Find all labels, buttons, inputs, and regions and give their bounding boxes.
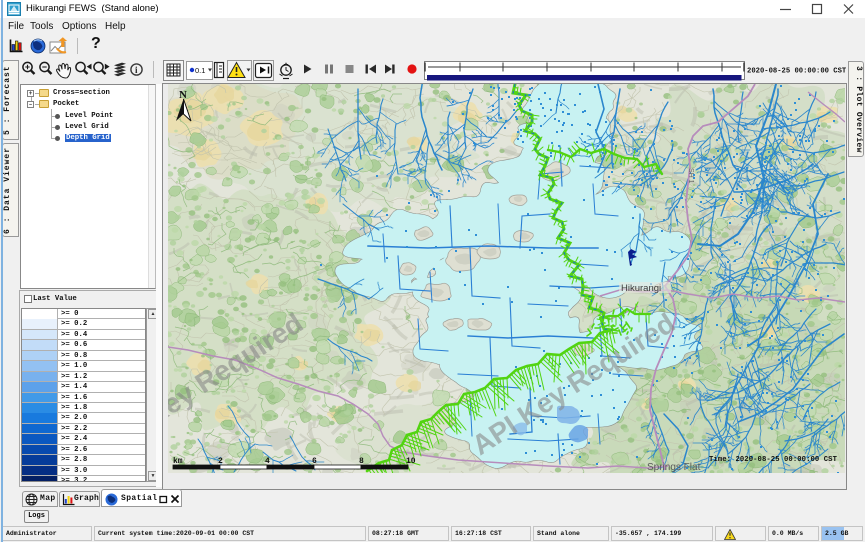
svg-text:Springs Flat: Springs Flat [647, 462, 701, 473]
svg-text:2020-08-25 00:00:00 CST: 2020-08-25 00:00:00 CST [747, 68, 847, 76]
svg-text:Hikurangi: Hikurangi [621, 283, 661, 294]
svg-text:0.1: 0.1 [195, 66, 205, 75]
svg-text:10: 10 [406, 457, 416, 466]
svg-text:2: 2 [218, 457, 223, 466]
svg-text:i: i [135, 65, 138, 75]
svg-text:8: 8 [359, 457, 364, 466]
svg-text:6: 6 [312, 457, 317, 466]
svg-text:4: 4 [265, 457, 270, 466]
svg-text:Time: 2020-08-25 00:00:00 CST: Time: 2020-08-25 00:00:00 CST [709, 456, 838, 464]
svg-text:km: km [173, 457, 183, 466]
svg-text:SH 1: SH 1 [687, 168, 694, 184]
